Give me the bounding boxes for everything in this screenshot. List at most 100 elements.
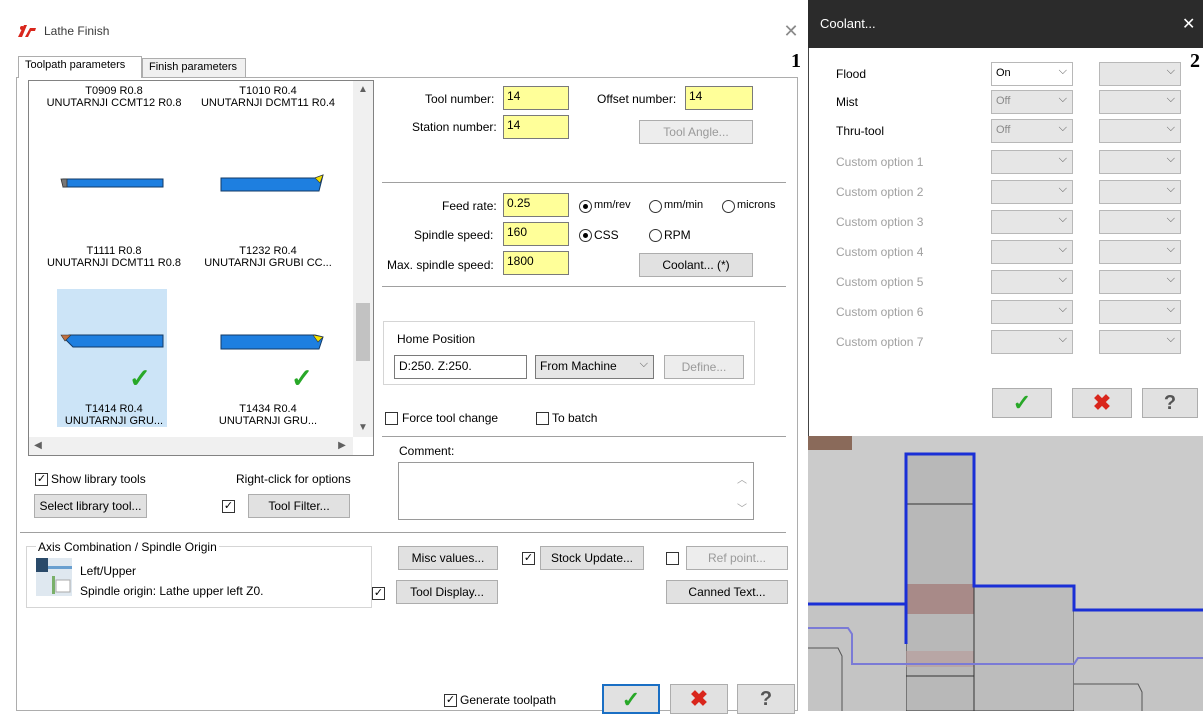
- spindle-speed-input[interactable]: 160: [503, 222, 569, 246]
- tool-item-t0909[interactable]: T0909 R0.8 UNUTARNJI CCMT12 R0.8: [29, 85, 199, 109]
- home-position-input[interactable]: D:250. Z:250.: [394, 355, 527, 379]
- show-library-tools-checkbox[interactable]: ✓: [35, 473, 48, 486]
- stock-update-checkbox[interactable]: ✓: [522, 552, 535, 565]
- custom-7-select: ⌵: [991, 330, 1073, 354]
- chevron-down-icon: ⌵: [1166, 213, 1175, 225]
- ref-point-checkbox[interactable]: [666, 552, 679, 565]
- feed-rate-input[interactable]: 0.25: [503, 193, 569, 217]
- mist-select[interactable]: Off ⌵: [991, 90, 1073, 114]
- grooving-tool-icon: [220, 334, 324, 350]
- scroll-thumb[interactable]: [356, 303, 370, 361]
- coolant-label-custom-3: Custom option 3: [836, 215, 924, 229]
- axis-combination-group: [26, 546, 372, 608]
- select-library-tool-button[interactable]: Select library tool...: [34, 494, 147, 518]
- chevron-down-icon: ⌵: [1166, 153, 1175, 165]
- tool-item-t1232[interactable]: T1232 R0.4 UNUTARNJI GRUBI CC...: [183, 245, 353, 269]
- tool-item-t1414[interactable]: T1414 R0.4 UNUTARNJI GRU...: [29, 403, 199, 427]
- coolant-button[interactable]: Coolant... (*): [639, 253, 753, 277]
- check-icon: ✓: [291, 363, 313, 393]
- home-source-select[interactable]: From Machine ⌵: [535, 355, 654, 379]
- rpm-radio[interactable]: [649, 229, 662, 242]
- comment-textarea[interactable]: ︿ ﹀: [398, 462, 754, 520]
- tool-filter-checkbox[interactable]: ✓: [222, 500, 235, 513]
- offset-number-label: Offset number:: [597, 92, 677, 106]
- flood-select[interactable]: On ⌵: [991, 62, 1073, 86]
- chevron-down-icon: ⌵: [1166, 65, 1175, 77]
- force-tool-change-checkbox[interactable]: [385, 412, 398, 425]
- tool-number-label: Tool number:: [425, 92, 495, 106]
- tool-name: UNUTARNJI GRU...: [218, 415, 318, 427]
- cancel-x-icon: ✖: [1092, 390, 1112, 415]
- coolant-cancel-button[interactable]: ✖: [1072, 388, 1132, 418]
- thru-tool-select[interactable]: Off ⌵: [991, 119, 1073, 143]
- mm-min-radio[interactable]: [649, 200, 662, 213]
- misc-values-button[interactable]: Misc values...: [398, 546, 498, 570]
- flood-aux-select: ⌵: [1099, 62, 1181, 86]
- horizontal-scrollbar[interactable]: ◀ ▶: [29, 437, 353, 455]
- mm-min-label: mm/min: [664, 199, 704, 211]
- custom-6-aux-select: ⌵: [1099, 300, 1181, 324]
- define-button[interactable]: Define...: [664, 355, 744, 379]
- ok-button[interactable]: ✓: [602, 684, 660, 714]
- offset-number-input[interactable]: 14: [685, 86, 753, 110]
- tool-item-t1111[interactable]: T1111 R0.8 UNUTARNJI DCMT11 R0.8: [29, 245, 199, 269]
- app-logo-icon: [16, 22, 38, 40]
- station-number-label: Station number:: [412, 120, 497, 134]
- tool-number-input[interactable]: 14: [503, 86, 569, 110]
- graphics-viewport[interactable]: [808, 436, 1203, 711]
- scroll-down-icon[interactable]: ▼: [354, 419, 372, 437]
- chevron-down-icon: ⌵: [1166, 273, 1175, 285]
- tab-finish-parameters[interactable]: Finish parameters: [142, 58, 246, 78]
- coolant-help-button[interactable]: ?: [1142, 388, 1198, 418]
- cancel-button[interactable]: ✖: [670, 684, 728, 714]
- chevron-down-icon: ⌵: [1058, 122, 1067, 134]
- tool-number: T1414 R0.4: [85, 403, 143, 415]
- coolant-ok-button[interactable]: ✓: [992, 388, 1052, 418]
- canned-text-button[interactable]: Canned Text...: [666, 580, 788, 604]
- scroll-right-icon[interactable]: ▶: [333, 437, 351, 455]
- mm-rev-radio[interactable]: [579, 200, 592, 213]
- microns-radio[interactable]: [722, 200, 735, 213]
- marker-label: 1: [791, 50, 801, 72]
- tool-name: UNUTARNJI CCMT12 R0.8: [46, 97, 182, 109]
- css-radio[interactable]: [579, 229, 592, 242]
- chevron-down-icon: ⌵: [1058, 303, 1067, 315]
- tab-toolpath-parameters[interactable]: Toolpath parameters: [18, 56, 142, 78]
- custom-7-aux-select: ⌵: [1099, 330, 1181, 354]
- scroll-up-icon[interactable]: ︿: [737, 471, 747, 486]
- title-bar: [0, 0, 808, 58]
- tool-item-t1434[interactable]: T1434 R0.4 UNUTARNJI GRU...: [183, 403, 353, 427]
- generate-toolpath-checkbox[interactable]: ✓: [444, 694, 457, 707]
- scroll-left-icon[interactable]: ◀: [29, 437, 47, 455]
- station-number-input[interactable]: 14: [503, 115, 569, 139]
- scroll-down-icon[interactable]: ﹀: [737, 500, 747, 515]
- tool-name: UNUTARNJI DCMT11 R0.8: [46, 257, 182, 269]
- generate-toolpath-label: Generate toolpath: [460, 693, 557, 707]
- tool-number: T1111 R0.8: [86, 245, 142, 257]
- help-button[interactable]: ?: [737, 684, 795, 714]
- tool-number: T1010 R0.4: [239, 85, 297, 97]
- scroll-up-icon[interactable]: ▲: [354, 81, 372, 99]
- vertical-scrollbar[interactable]: ▲ ▼: [353, 81, 373, 437]
- tool-display-checkbox[interactable]: ✓: [372, 587, 385, 600]
- custom-1-select: ⌵: [991, 150, 1073, 174]
- chevron-down-icon: ⌵: [1166, 333, 1175, 345]
- ref-point-button[interactable]: Ref point...: [686, 546, 788, 570]
- close-icon[interactable]: ✕: [778, 18, 804, 44]
- divider: [382, 286, 786, 287]
- tool-display-button[interactable]: Tool Display...: [396, 580, 498, 604]
- divider: [382, 182, 786, 183]
- tool-list[interactable]: T0909 R0.8 UNUTARNJI CCMT12 R0.8 T1010 R…: [28, 80, 374, 456]
- to-batch-checkbox[interactable]: [536, 412, 549, 425]
- tool-name: UNUTARNJI GRU...: [64, 415, 164, 427]
- tool-filter-button[interactable]: Tool Filter...: [248, 494, 350, 518]
- max-spindle-input[interactable]: 1800: [503, 251, 569, 275]
- custom-6-select: ⌵: [991, 300, 1073, 324]
- custom-3-select: ⌵: [991, 210, 1073, 234]
- boring-bar-icon: [60, 178, 164, 188]
- tool-item-t1010[interactable]: T1010 R0.4 UNUTARNJI DCMT11 R0.4: [183, 85, 353, 109]
- stock-update-button[interactable]: Stock Update...: [540, 546, 644, 570]
- close-icon[interactable]: ✕: [1182, 14, 1195, 34]
- css-label: CSS: [594, 228, 619, 242]
- tool-angle-button[interactable]: Tool Angle...: [639, 120, 753, 144]
